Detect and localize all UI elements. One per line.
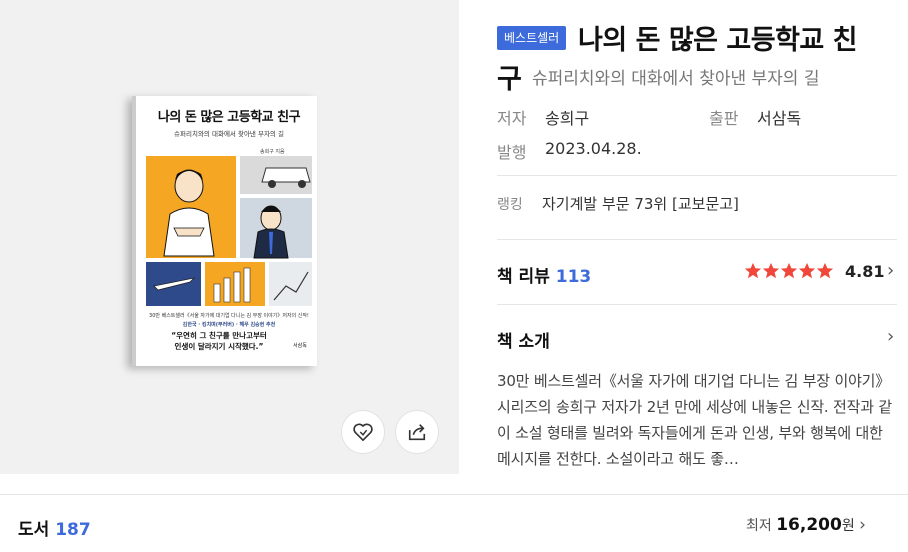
star-icon [798, 262, 816, 279]
chevron-right-icon: › [859, 515, 866, 535]
star-icon [744, 262, 762, 279]
currency: 원 [841, 518, 855, 534]
cover-note: 30만 베스트셀러《서울 자가에 대기업 다니는 김 부장 이야기》저자의 신작… [149, 313, 309, 319]
divider [497, 175, 897, 176]
chevron-right-icon[interactable]: › [887, 326, 894, 347]
share-icon [408, 424, 426, 441]
publisher-name[interactable]: 서삼독 [757, 105, 801, 129]
author-name[interactable]: 송희구 [545, 105, 589, 129]
book-count: 187 [55, 520, 91, 540]
book-count-label[interactable]: 도서 187 [18, 515, 91, 540]
divider [497, 239, 897, 240]
like-button[interactable] [341, 410, 385, 454]
lowest-price-label: 최저 [746, 518, 772, 534]
publisher-label: 출판 [709, 109, 739, 128]
price-value: 16,200 [776, 515, 842, 535]
book-detail-page: 나의 돈 많은 고등학교 친구 슈퍼리치와의 대화에서 찾아낸 부자의 길 송희… [0, 0, 908, 552]
star-icon [816, 262, 834, 279]
author-label: 저자 [497, 109, 527, 128]
cover-illustration [146, 156, 312, 306]
share-button[interactable] [395, 410, 439, 454]
review-label: 책 리뷰 [497, 267, 550, 287]
book-cover-image[interactable]: 나의 돈 많은 고등학교 친구 슈퍼리치와의 대화에서 찾아낸 부자의 길 송희… [132, 96, 317, 366]
star-icon [780, 262, 798, 279]
book-title: 나의 돈 많은 고등학교 친 [578, 25, 858, 56]
cover-panel: 나의 돈 많은 고등학교 친구 슈퍼리치와의 대화에서 찾아낸 부자의 길 송희… [0, 0, 459, 474]
publish-date: 2023.04.28. [545, 139, 642, 158]
cover-publisher: 서삼독 [293, 343, 307, 349]
cover-author: 송희구 지음 [260, 149, 285, 155]
cover-title: 나의 돈 많은 고등학교 친구 [157, 110, 301, 125]
review-section-title[interactable]: 책 리뷰 113 [497, 262, 591, 287]
chevron-right-icon[interactable]: › [887, 260, 894, 281]
lowest-price[interactable]: 최저 16,200원 › [746, 515, 866, 535]
review-count: 113 [555, 267, 592, 287]
heart-icon [353, 423, 373, 441]
star-rating [744, 262, 834, 280]
cover-recommendation: 김한국 · 킹치며(부러버) · 해우 김승현 추천 [182, 322, 276, 328]
cover-quote-line2: 인생이 달라지기 시작했다.” [174, 342, 264, 351]
ranking-value: 자기계발 부문 73위 [교보문고] [542, 195, 739, 213]
intro-section-title[interactable]: 책 소개 [497, 327, 550, 352]
bestseller-badge: 베스트셀러 [497, 26, 567, 50]
book-introduction: 30만 베스트셀러《서울 자가에 대기업 다니는 김 부장 이야기》시리즈의 송… [497, 372, 893, 468]
cover-quote: “우연히 그 친구를 만나고부터 인생이 달라지기 시작했다.” [144, 330, 294, 352]
bottom-bar: 도서 187 최저 16,200원 › [0, 494, 908, 552]
divider [497, 304, 897, 305]
book-title-continued: 구 [497, 64, 522, 95]
category-label: 도서 [18, 520, 50, 540]
book-subtitle: 슈퍼리치와의 대화에서 찾아낸 부자의 길 [532, 69, 820, 89]
cover-subtitle: 슈퍼리치와의 대화에서 찾아낸 부자의 길 [174, 130, 284, 138]
ranking-label: 랭킹 [497, 197, 523, 213]
star-icon [762, 262, 780, 279]
date-label: 발행 [497, 143, 527, 162]
cover-quote-line1: “우연히 그 친구를 만나고부터 [171, 331, 267, 340]
review-rating: 4.81 [845, 262, 885, 281]
